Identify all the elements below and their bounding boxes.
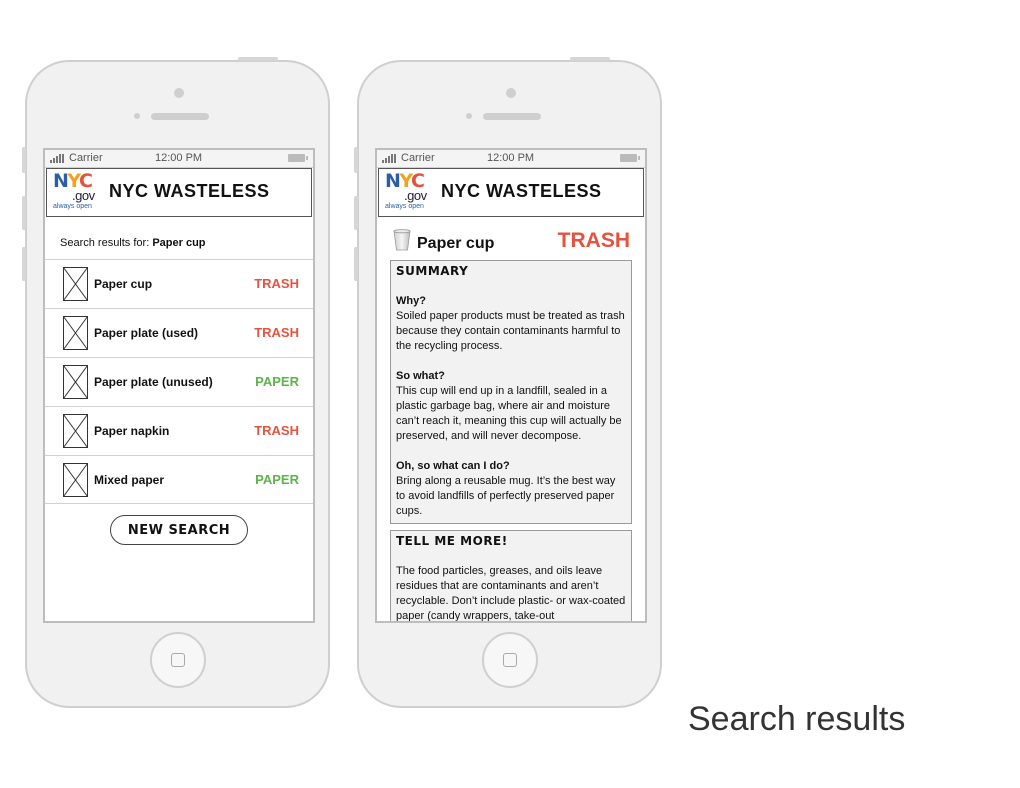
image-placeholder-icon	[63, 414, 88, 448]
signal-icon	[382, 154, 396, 163]
image-placeholder-icon	[63, 463, 88, 497]
tell-me-more-title: TELL ME MORE!	[396, 534, 508, 548]
item-detail-header: Paper cup TRASH	[377, 217, 645, 260]
battery-icon	[620, 154, 640, 162]
app-header: NYC .gov always open NYC WASTELESS	[46, 168, 312, 217]
battery-icon	[288, 154, 308, 162]
home-button[interactable]	[482, 632, 538, 688]
summary-panel: SUMMARY Why? Soiled paper products must …	[390, 260, 632, 524]
proximity-sensor	[466, 113, 472, 119]
status-time: 12:00 PM	[155, 152, 203, 164]
result-row[interactable]: Paper napkin TRASH	[45, 406, 313, 455]
phone-item-detail: Carrier 12:00 PM NYC .gov always open NY…	[354, 57, 662, 708]
earpiece-speaker	[483, 113, 541, 120]
result-name: Mixed paper	[94, 473, 165, 487]
result-row[interactable]: Mixed paper PAPER	[45, 455, 313, 504]
result-name: Paper plate (unused)	[94, 375, 213, 389]
status-time: 12:00 PM	[487, 152, 535, 164]
result-row[interactable]: Paper plate (used) TRASH	[45, 308, 313, 357]
search-results-label: Search results for: Paper cup	[45, 217, 313, 259]
summary-answer: This cup will end up in a landfill, seal…	[396, 385, 622, 442]
app-title: NYC WASTELESS	[109, 181, 270, 201]
image-placeholder-icon	[63, 365, 88, 399]
logo-suffix: .gov	[72, 188, 95, 203]
image-placeholder-icon	[63, 316, 88, 350]
status-bar: Carrier 12:00 PM	[45, 150, 313, 168]
slide-caption: Search results	[688, 700, 906, 738]
tell-me-more-text: The food particles, greases, and oils le…	[396, 565, 626, 622]
app-header: NYC .gov always open NYC WASTELESS	[378, 168, 644, 217]
carrier-label: Carrier	[69, 152, 103, 164]
search-prefix: Search results for:	[60, 237, 153, 249]
image-placeholder-icon	[63, 267, 88, 301]
summary-answer: Soiled paper products must be treated as…	[396, 310, 625, 352]
result-category: TRASH	[254, 325, 299, 340]
result-row[interactable]: Paper plate (unused) PAPER	[45, 357, 313, 406]
app-title: NYC WASTELESS	[441, 181, 602, 201]
signal-icon	[50, 154, 64, 163]
phone-search-results: Carrier 12:00 PM NYC .gov always open NY…	[22, 57, 330, 708]
tell-me-more-panel[interactable]: TELL ME MORE! The food particles, grease…	[390, 530, 632, 622]
home-square-icon	[171, 653, 185, 667]
logo-n: N	[385, 170, 401, 192]
nyc-gov-logo[interactable]: NYC .gov always open	[385, 172, 431, 214]
front-camera	[174, 88, 184, 98]
logo-n: N	[53, 170, 69, 192]
screen: Carrier 12:00 PM NYC .gov always open NY…	[43, 148, 315, 623]
result-category: PAPER	[255, 374, 299, 389]
result-name: Paper cup	[94, 277, 153, 291]
home-square-icon	[503, 653, 517, 667]
item-category: TRASH	[557, 229, 630, 252]
result-category: PAPER	[255, 472, 299, 487]
summary-title: SUMMARY	[396, 264, 469, 278]
new-search-button[interactable]: NEW SEARCH	[110, 515, 248, 545]
result-row[interactable]: Paper cup TRASH	[45, 259, 313, 308]
result-name: Paper plate (used)	[94, 326, 199, 340]
summary-question: Oh, so what can I do?	[396, 460, 510, 472]
result-category: TRASH	[254, 276, 299, 291]
search-query: Paper cup	[152, 237, 206, 249]
item-name: Paper cup	[417, 235, 495, 252]
summary-answer: Bring along a reusable mug. It’s the bes…	[396, 475, 616, 517]
home-button[interactable]	[150, 632, 206, 688]
logo-tagline: always open	[385, 203, 424, 210]
nyc-gov-logo[interactable]: NYC .gov always open	[53, 172, 99, 214]
proximity-sensor	[134, 113, 140, 119]
carrier-label: Carrier	[401, 152, 435, 164]
result-name: Paper napkin	[94, 424, 170, 438]
status-bar: Carrier 12:00 PM	[377, 150, 645, 168]
logo-suffix: .gov	[404, 188, 427, 203]
earpiece-speaker	[151, 113, 209, 120]
logo-tagline: always open	[53, 203, 92, 210]
screen: Carrier 12:00 PM NYC .gov always open NY…	[375, 148, 647, 623]
result-category: TRASH	[254, 423, 299, 438]
cup-icon	[393, 229, 411, 251]
front-camera	[506, 88, 516, 98]
summary-question: Why?	[396, 295, 426, 307]
summary-question: So what?	[396, 370, 445, 382]
